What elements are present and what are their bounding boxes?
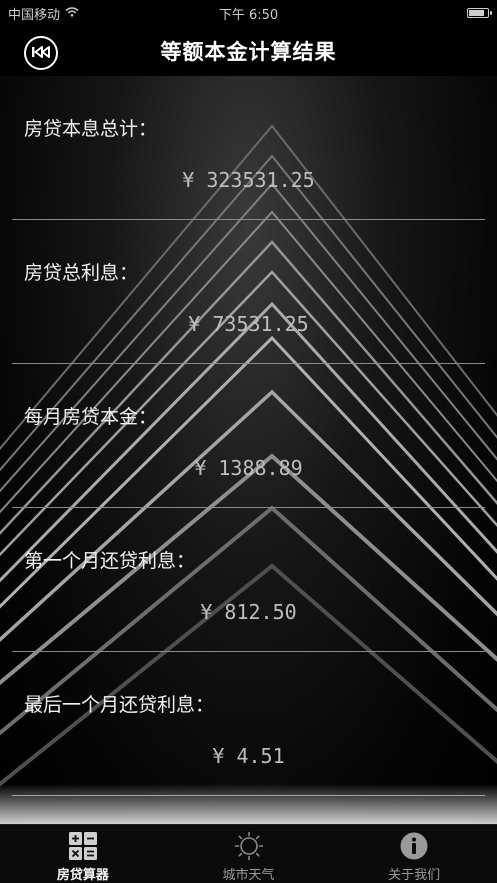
result-value: ¥ 73531.25 (188, 312, 309, 336)
tab-label: 房贷算器 (56, 868, 109, 883)
result-row-total: 房贷本息总计： ¥ 323531.25 (12, 76, 485, 220)
status-left: 中国移动 (8, 4, 79, 23)
bottom-glow (0, 784, 497, 824)
result-value: ¥ 812.50 (200, 600, 297, 624)
result-label: 每月房贷本金： (24, 406, 158, 428)
tab-label: 城市天气 (222, 868, 275, 883)
result-row-monthly-principal: 每月房贷本金： ¥ 1388.89 (12, 364, 485, 508)
result-label: 第一个月还贷利息： (24, 550, 196, 572)
info-icon (398, 831, 430, 861)
result-value: ¥ 323531.25 (182, 168, 315, 192)
result-label: 房贷总利息： (24, 262, 139, 284)
result-row-first-month-interest: 第一个月还贷利息： ¥ 812.50 (12, 508, 485, 652)
tab-bar: 房贷算器 城市天气 关于我们 (0, 824, 497, 883)
results-list: 房贷本息总计： ¥ 323531.25 房贷总利息： ¥ 73531.25 每月… (0, 76, 497, 796)
wifi-icon (65, 6, 79, 21)
app-screen: 中国移动 下午 6:50 等额本金计算结果 房贷本息总计： ¥ 323531.2… (0, 0, 497, 883)
result-value: ¥ 1388.89 (194, 456, 303, 480)
status-bar: 中国移动 下午 6:50 (0, 0, 497, 26)
result-label: 房贷本息总计： (24, 118, 158, 140)
result-row-last-month-interest: 最后一个月还贷利息： ¥ 4.51 (12, 652, 485, 796)
battery-icon (467, 8, 492, 18)
sun-icon (233, 831, 265, 861)
rewind-icon (31, 44, 51, 63)
results-content[interactable]: 房贷本息总计： ¥ 323531.25 房贷总利息： ¥ 73531.25 每月… (0, 76, 497, 824)
calculator-icon (67, 831, 99, 861)
carrier-label: 中国移动 (8, 7, 61, 23)
result-label: 最后一个月还贷利息： (24, 694, 215, 716)
result-row-total-interest: 房贷总利息： ¥ 73531.25 (12, 220, 485, 364)
tab-city-weather[interactable]: 城市天气 (166, 825, 332, 883)
tab-label: 关于我们 (388, 868, 441, 883)
nav-bar: 等额本金计算结果 (0, 26, 497, 76)
tab-loan-calculator[interactable]: 房贷算器 (0, 825, 166, 883)
page-title: 等额本金计算结果 (160, 40, 337, 64)
back-button[interactable] (24, 36, 58, 70)
result-value: ¥ 4.51 (212, 744, 285, 768)
tab-about-us[interactable]: 关于我们 (331, 825, 497, 883)
